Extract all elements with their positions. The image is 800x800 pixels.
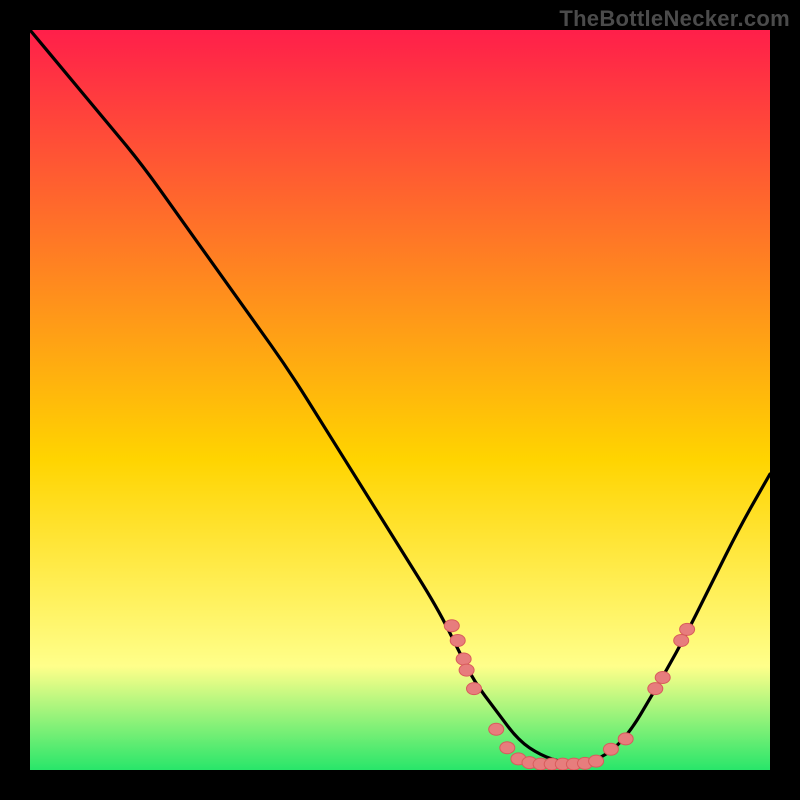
- data-marker: [489, 723, 504, 735]
- data-marker: [456, 653, 471, 665]
- data-marker: [467, 683, 482, 695]
- data-marker: [603, 743, 618, 755]
- data-marker: [648, 683, 663, 695]
- data-marker: [655, 672, 670, 684]
- data-marker: [450, 635, 465, 647]
- data-marker: [618, 733, 633, 745]
- data-marker: [674, 635, 689, 647]
- data-marker: [444, 620, 459, 632]
- data-marker: [680, 623, 695, 635]
- bottleneck-chart: [30, 30, 770, 770]
- watermark-text: TheBottleNecker.com: [559, 6, 790, 32]
- chart-frame: [30, 30, 770, 770]
- plot-background: [30, 30, 770, 770]
- data-marker: [500, 742, 515, 754]
- data-marker: [459, 664, 474, 676]
- data-marker: [589, 755, 604, 767]
